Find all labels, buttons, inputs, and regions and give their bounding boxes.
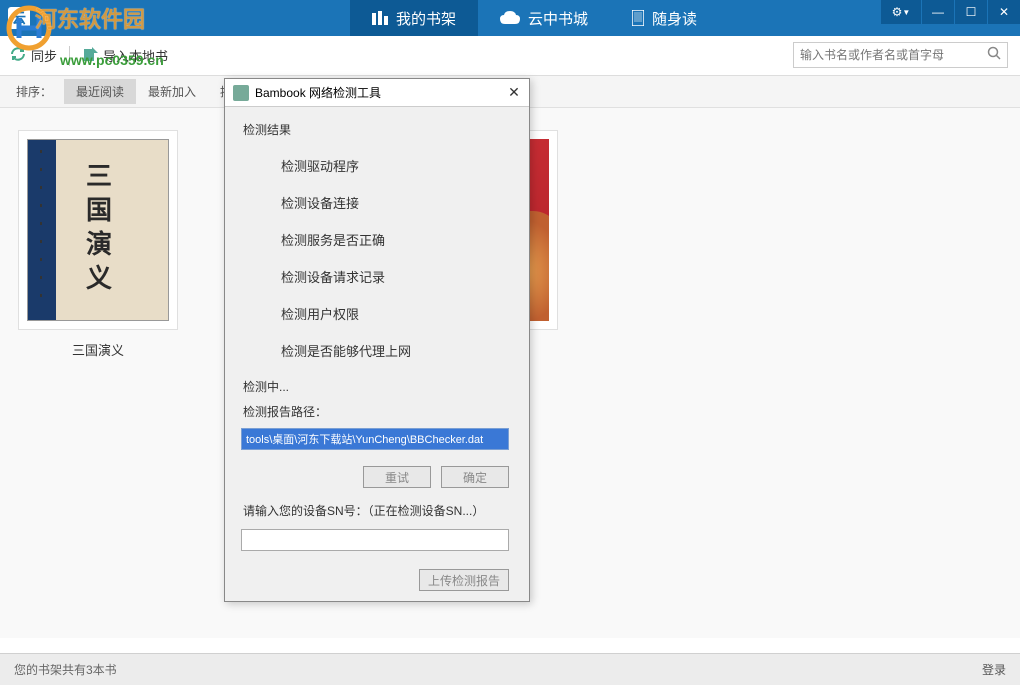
sort-label: 排序： [16, 83, 52, 100]
cloud-icon [500, 11, 520, 25]
watermark-text: 河东软件园 [35, 2, 145, 34]
tab-cloud-label: 云中书城 [528, 8, 588, 29]
watermark-url: www.pc0359.cn [60, 52, 164, 68]
search-input[interactable] [800, 48, 987, 62]
dialog-titlebar[interactable]: Bambook 网络检测工具 ✕ [225, 79, 529, 107]
check-item: 检测设备请求记录 [281, 267, 513, 286]
upload-button[interactable]: 上传检测报告 [419, 569, 509, 591]
check-item: 检测是否能够代理上网 [281, 341, 513, 360]
ok-button[interactable]: 确定 [441, 466, 509, 488]
tab-portable-label: 随身读 [652, 8, 697, 29]
settings-button[interactable]: ⚙ ▼ [881, 0, 921, 24]
search-icon[interactable] [987, 46, 1001, 65]
titlebar: 云 我的书架 云中书城 随身读 ⚙ ▼ — ☐ ✕ [0, 0, 1020, 36]
book-item[interactable]: 三国演义 三国演义 [18, 130, 178, 616]
chevron-down-icon: ▼ [902, 8, 910, 17]
window-controls: ⚙ ▼ — ☐ ✕ [880, 0, 1020, 24]
tab-shelf[interactable]: 我的书架 [350, 0, 478, 36]
check-list: 检测驱动程序 检测设备连接 检测服务是否正确 检测设备请求记录 检测用户权限 检… [281, 156, 513, 360]
check-item: 检测设备连接 [281, 193, 513, 212]
book-title: 三国演义 [18, 340, 178, 359]
maximize-button[interactable]: ☐ [955, 0, 987, 24]
retry-button[interactable]: 重试 [363, 466, 431, 488]
gear-icon: ⚙ [892, 5, 903, 19]
main-tabs: 我的书架 云中书城 随身读 [350, 0, 719, 36]
statusbar: 您的书架共有3本书 登录 [0, 653, 1020, 685]
sort-recent[interactable]: 最近阅读 [64, 79, 136, 104]
close-icon: ✕ [508, 84, 520, 100]
minimize-button[interactable]: — [922, 0, 954, 24]
sn-label: 请输入您的设备SN号：（正在检测设备SN...） [243, 502, 511, 519]
path-input[interactable] [241, 428, 509, 450]
login-link[interactable]: 登录 [982, 661, 1006, 678]
book-cover: 三国演义 [18, 130, 178, 330]
dialog-icon [233, 85, 249, 101]
book-cover-image: 三国演义 [27, 139, 169, 321]
sort-newest[interactable]: 最新加入 [136, 79, 208, 104]
tab-shelf-label: 我的书架 [396, 8, 456, 29]
check-item: 检测驱动程序 [281, 156, 513, 175]
sn-input[interactable] [241, 529, 509, 551]
path-label: 检测报告路径： [243, 403, 511, 420]
check-item: 检测用户权限 [281, 304, 513, 323]
checking-status: 检测中... [243, 378, 511, 395]
device-icon [632, 10, 644, 26]
result-label: 检测结果 [243, 121, 513, 138]
maximize-icon: ☐ [966, 5, 977, 19]
dialog-title-text: Bambook 网络检测工具 [255, 84, 381, 101]
close-icon: ✕ [999, 5, 1009, 19]
status-count: 您的书架共有3本书 [14, 661, 117, 678]
upload-row: 上传检测报告 [241, 569, 509, 591]
tab-portable[interactable]: 随身读 [610, 0, 719, 36]
minimize-icon: — [932, 5, 944, 19]
tab-cloud[interactable]: 云中书城 [478, 0, 610, 36]
dialog-close-button[interactable]: ✕ [505, 84, 523, 102]
close-button[interactable]: ✕ [988, 0, 1020, 24]
dialog-buttons: 重试 确定 [245, 466, 509, 488]
dialog-body: 检测结果 检测驱动程序 检测设备连接 检测服务是否正确 检测设备请求记录 检测用… [225, 107, 529, 601]
search-box [793, 42, 1008, 68]
network-check-dialog: Bambook 网络检测工具 ✕ 检测结果 检测驱动程序 检测设备连接 检测服务… [224, 78, 530, 602]
check-item: 检测服务是否正确 [281, 230, 513, 249]
bars-icon [372, 11, 388, 25]
